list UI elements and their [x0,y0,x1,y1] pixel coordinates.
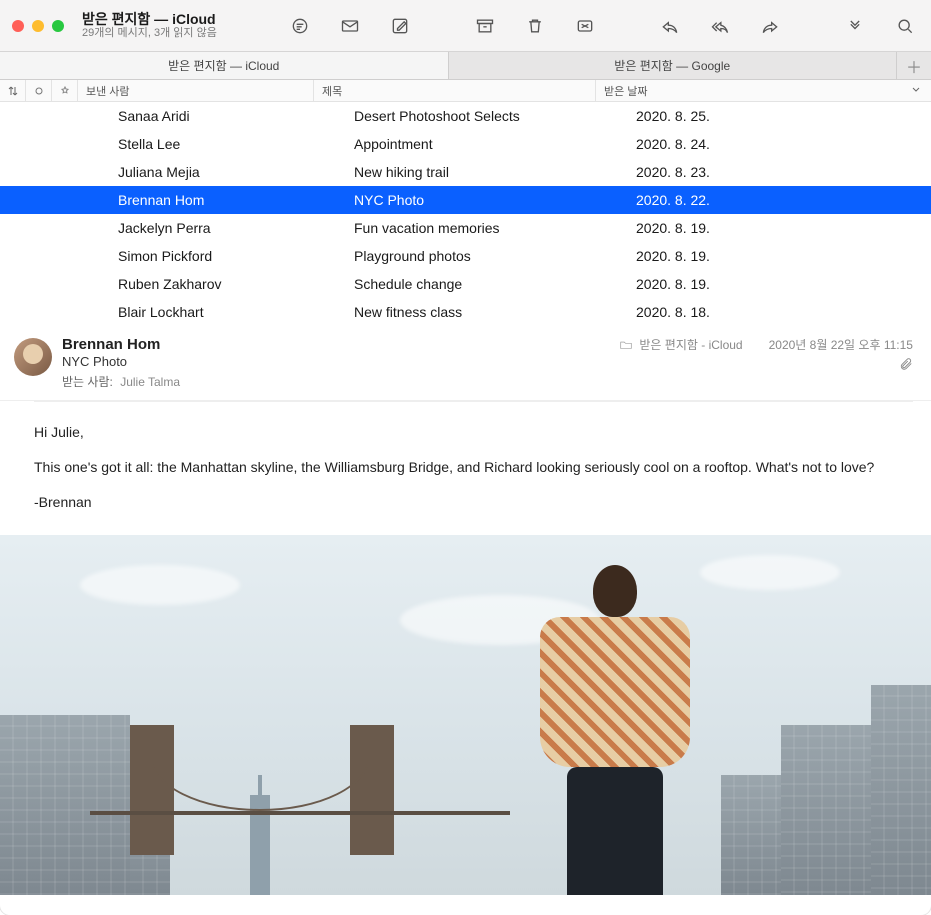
tab-label: 받은 편지함 — Google [614,57,730,74]
row-date: 2020. 8. 19. [636,276,931,292]
reply-icon[interactable] [656,12,684,40]
row-sender: Jackelyn Perra [118,220,354,236]
row-sender: Sanaa Aridi [118,108,354,124]
row-subject: New fitness class [354,304,636,320]
message-row[interactable]: Sanaa AridiDesert Photoshoot Selects2020… [0,102,931,130]
row-date: 2020. 8. 18. [636,304,931,320]
row-sender: Blair Lockhart [118,304,354,320]
row-sender: Ruben Zakharov [118,276,354,292]
sort-toggle[interactable] [0,80,26,101]
more-icon[interactable] [841,12,869,40]
row-sender: Stella Lee [118,136,354,152]
mailbox-tabs: 받은 편지함 — iCloud 받은 편지함 — Google ＋ [0,52,931,80]
to-label: 받는 사람: [62,375,113,389]
column-headers: 보낸 사람 제목 받은 날짜 [0,80,931,102]
date-column-header[interactable]: 받은 날짜 [596,83,931,99]
unread-column[interactable] [26,80,52,101]
close-window[interactable] [12,20,24,32]
attachment-icon[interactable] [899,357,913,374]
row-sender: Simon Pickford [118,248,354,264]
forward-icon[interactable] [756,12,784,40]
row-subject: Schedule change [354,276,636,292]
message-row[interactable]: Blair LockhartNew fitness class2020. 8. … [0,298,931,326]
tab-google[interactable]: 받은 편지함 — Google [449,52,898,79]
message-list: Sanaa AridiDesert Photoshoot Selects2020… [0,102,931,326]
avatar[interactable] [14,338,52,376]
search-icon[interactable] [891,12,919,40]
attached-photo[interactable] [0,535,931,895]
message-from[interactable]: Brennan Hom [62,336,609,353]
body-signoff: -Brennan [34,492,897,513]
toolbar [286,12,919,40]
folder-icon [619,338,633,352]
message-body: Hi Julie, This one's got it all: the Man… [0,402,931,535]
to-name[interactable]: Julie Talma [120,375,180,389]
message-to: 받는 사람: Julie Talma [62,373,609,390]
envelope-icon[interactable] [336,12,364,40]
row-date: 2020. 8. 24. [636,136,931,152]
body-paragraph: This one's got it all: the Manhattan sky… [34,457,897,478]
titlebar: 받은 편지함 — iCloud 29개의 메시지, 3개 읽지 않음 [0,0,931,52]
window-subtitle: 29개의 메시지, 3개 읽지 않음 [82,27,262,40]
message-datetime: 2020년 8월 22일 오후 11:15 [769,336,913,353]
row-subject: NYC Photo [354,192,636,208]
row-date: 2020. 8. 22. [636,192,931,208]
body-greeting: Hi Julie, [34,422,897,443]
add-tab-button[interactable]: ＋ [897,52,931,79]
tab-label: 받은 편지함 — iCloud [168,57,279,74]
row-subject: Appointment [354,136,636,152]
row-sender: Juliana Mejia [118,164,354,180]
window-title: 받은 편지함 — iCloud [82,11,262,28]
message-row[interactable]: Brennan HomNYC Photo2020. 8. 22. [0,186,931,214]
archive-icon[interactable] [471,12,499,40]
message-row[interactable]: Stella LeeAppointment2020. 8. 24. [0,130,931,158]
message-subject: NYC Photo [62,354,609,369]
filter-icon[interactable] [286,12,314,40]
row-date: 2020. 8. 25. [636,108,931,124]
sender-column-header[interactable]: 보낸 사람 [78,80,314,101]
row-subject: New hiking trail [354,164,636,180]
message-header: Brennan Hom NYC Photo 받는 사람: Julie Talma… [0,326,931,401]
row-date: 2020. 8. 19. [636,220,931,236]
tab-icloud[interactable]: 받은 편지함 — iCloud [0,52,449,79]
row-sender: Brennan Hom [118,192,354,208]
message-folder[interactable]: 받은 편지함 - iCloud [639,336,742,353]
message-row[interactable]: Jackelyn PerraFun vacation memories2020.… [0,214,931,242]
minimize-window[interactable] [32,20,44,32]
message-row[interactable]: Simon PickfordPlayground photos2020. 8. … [0,242,931,270]
trash-icon[interactable] [521,12,549,40]
row-date: 2020. 8. 19. [636,248,931,264]
subject-column-header[interactable]: 제목 [314,80,596,101]
row-subject: Desert Photoshoot Selects [354,108,636,124]
chevron-down-icon [911,84,921,97]
message-meta-row: 받은 편지함 - iCloud 2020년 8월 22일 오후 11:15 [619,336,913,353]
title-block: 받은 편지함 — iCloud 29개의 메시지, 3개 읽지 않음 [82,11,262,41]
message-row[interactable]: Juliana MejiaNew hiking trail2020. 8. 23… [0,158,931,186]
window-controls [12,20,64,32]
flag-column[interactable] [52,80,78,101]
row-date: 2020. 8. 23. [636,164,931,180]
reply-all-icon[interactable] [706,12,734,40]
zoom-window[interactable] [52,20,64,32]
row-subject: Playground photos [354,248,636,264]
junk-icon[interactable] [571,12,599,40]
message-row[interactable]: Ruben ZakharovSchedule change2020. 8. 19… [0,270,931,298]
row-subject: Fun vacation memories [354,220,636,236]
compose-icon[interactable] [386,12,414,40]
